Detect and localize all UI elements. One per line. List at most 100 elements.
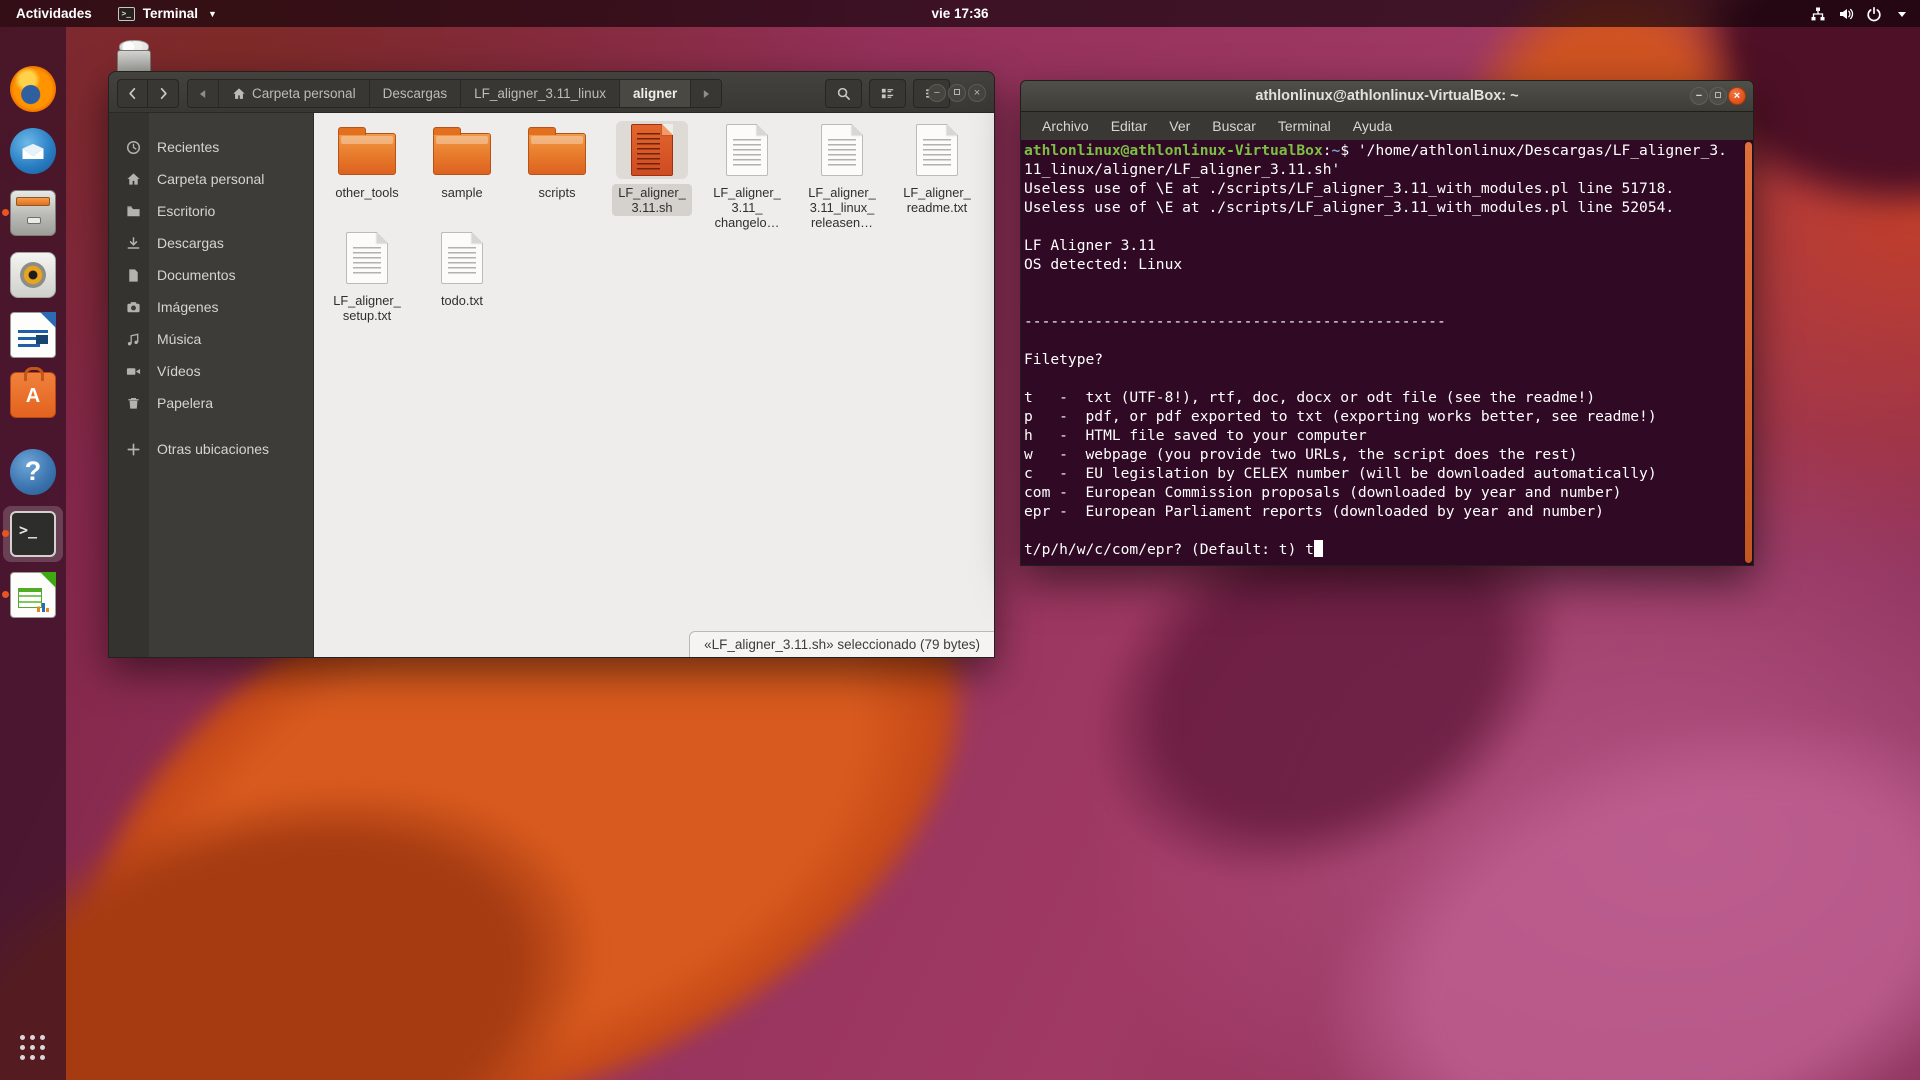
breadcrumb-carpeta-personal[interactable]: Carpeta personal (219, 80, 370, 107)
maximize-button[interactable] (1709, 87, 1727, 105)
files-sidebar: Recientes Carpeta personalEscritorio Desca… (109, 113, 314, 657)
dock-item-terminal[interactable]: >_ (10, 511, 56, 557)
search-button[interactable] (825, 79, 862, 108)
terminal-menu-ver[interactable]: Ver (1158, 118, 1201, 134)
terminal-text-segment: LF Aligner 3.11 (1024, 237, 1156, 254)
file-item-LF-aligner-3-11-sh[interactable]: LF_aligner_3.11.sh (607, 121, 697, 217)
path-scroll-right-button[interactable] (691, 80, 721, 107)
terminal-menu-editar[interactable]: Editar (1100, 118, 1159, 134)
terminal-menubar: ArchivoEditarVerBuscarTerminalAyuda (1020, 112, 1754, 140)
file-label-line: changelo… (713, 215, 781, 230)
file-item-scripts[interactable]: scripts (512, 121, 602, 202)
terminal-line: t - txt (UTF-8!), rtf, doc, docx or odt … (1024, 388, 1753, 407)
file-item-LF-aligner-3-11-linux-releasen-[interactable]: LF_aligner_3.11_linux_releasen… (797, 121, 887, 232)
breadcrumb-aligner[interactable]: aligner (620, 80, 691, 107)
sidebar-item-documentos[interactable]: Documentos (109, 259, 313, 291)
terminal-text-segment: athlonlinux@athlonlinux-VirtualBox (1024, 142, 1323, 159)
dock-item-thunderbird[interactable] (10, 128, 56, 174)
file-item-LF-aligner-3-11-changelo-[interactable]: LF_aligner_3.11_changelo… (702, 121, 792, 232)
terminal-text-segment: $ '/home/athlonlinux/Descargas/LF_aligne… (1340, 142, 1727, 159)
terminal-line (1024, 217, 1753, 236)
minimize-button[interactable]: − (1690, 87, 1708, 105)
file-label-line: todo.txt (441, 293, 483, 308)
terminal-line: LF Aligner 3.11 (1024, 236, 1753, 255)
view-toggle-button[interactable] (869, 79, 906, 108)
files-content-area[interactable]: «LF_aligner_3.11.sh» seleccionado (79 by… (314, 113, 994, 657)
terminal-line (1024, 369, 1753, 388)
maximize-button[interactable] (948, 84, 966, 102)
terminal-screen[interactable]: athlonlinux@athlonlinux-VirtualBox:~$ '/… (1020, 140, 1754, 566)
terminal-menu-ayuda[interactable]: Ayuda (1342, 118, 1403, 134)
dock-item-libreoffice-writer[interactable] (10, 312, 56, 358)
terminal-menu-buscar[interactable]: Buscar (1201, 118, 1267, 134)
text-file-icon (821, 124, 863, 176)
sidebar-item-label: Descargas (149, 235, 224, 251)
terminal-menu-terminal[interactable]: Terminal (1267, 118, 1342, 134)
close-button[interactable]: × (968, 84, 986, 102)
activities-button[interactable]: Actividades (16, 6, 92, 21)
file-item-sample[interactable]: sample (417, 121, 507, 202)
sidebar-item-v-deos[interactable]: Vídeos (109, 355, 313, 387)
dock-item-help[interactable]: ? (10, 449, 56, 495)
plus-icon (109, 442, 149, 457)
terminal-text-segment: OS detected: Linux (1024, 256, 1182, 273)
terminal-text-segment: Filetype? (1024, 351, 1103, 368)
terminal-menu-archivo[interactable]: Archivo (1031, 118, 1100, 134)
file-label: other_tools (329, 184, 404, 201)
path-scroll-left-button[interactable] (188, 80, 219, 107)
file-label-line: readme.txt (903, 200, 971, 215)
file-label: LF_aligner_3.11.sh (612, 184, 692, 216)
file-label-line: other_tools (335, 185, 398, 200)
file-item-todo-txt[interactable]: todo.txt (417, 229, 507, 310)
terminal-text-segment: t - txt (UTF-8!), rtf, doc, docx or odt … (1024, 389, 1595, 406)
terminal-cursor (1314, 540, 1323, 557)
sidebar-item-m-sica[interactable]: Música (109, 323, 313, 355)
sidebar-item-im-genes[interactable]: Imágenes (109, 291, 313, 323)
home-icon (232, 87, 246, 101)
dock-item-files[interactable] (10, 190, 56, 236)
close-button[interactable]: × (1728, 87, 1746, 105)
app-menu-button[interactable]: >_ Terminal ▼ (118, 6, 217, 21)
breadcrumb-descargas[interactable]: Descargas (370, 80, 462, 107)
breadcrumb-lf-aligner-3-11-linux[interactable]: LF_aligner_3.11_linux (461, 80, 620, 107)
path-bar: Carpeta personalDescargasLF_aligner_3.11… (187, 79, 722, 108)
dock-item-libreoffice-calc[interactable] (10, 572, 56, 618)
sidebar-item-carpeta-personal[interactable]: Carpeta personal (109, 163, 313, 195)
file-item-other-tools[interactable]: other_tools (322, 121, 412, 202)
terminal-text-segment: c - EU legislation by CELEX number (will… (1024, 465, 1657, 482)
clock[interactable]: vie 17:36 (0, 6, 1920, 21)
terminal-title: athlonlinux@athlonlinux-VirtualBox: ~ (1255, 88, 1518, 104)
sidebar-item-recientes[interactable]: Recientes (109, 131, 313, 163)
chevron-right-icon (156, 86, 171, 101)
scrollbar-handle[interactable] (1745, 142, 1752, 563)
file-item-LF-aligner-setup-txt[interactable]: LF_aligner_setup.txt (322, 229, 412, 325)
sidebar-item-descargas[interactable]: Descargas (109, 227, 313, 259)
terminal-text-segment: t/p/h/w/c/com/epr? (Default: t) t (1024, 541, 1314, 558)
chevron-down-icon (1894, 6, 1910, 22)
terminal-titlebar[interactable]: athlonlinux@athlonlinux-VirtualBox: ~ − … (1020, 80, 1754, 112)
chevron-left-icon (125, 86, 140, 101)
forward-button[interactable] (148, 79, 179, 108)
show-applications-button[interactable] (20, 1035, 46, 1061)
sidebar-item-label: Papelera (149, 395, 213, 411)
dock-item-ubuntu-software[interactable]: A (10, 372, 56, 418)
sidebar-item-label: Recientes (149, 139, 219, 155)
sidebar-item-label: Documentos (149, 267, 236, 283)
volume-icon (1838, 6, 1854, 22)
minimize-button[interactable]: − (928, 84, 946, 102)
file-label: LF_aligner_setup.txt (327, 292, 407, 324)
system-status-area[interactable] (1810, 0, 1910, 27)
back-button[interactable] (117, 79, 148, 108)
dock-item-rhythmbox[interactable] (10, 252, 56, 298)
sidebar-item-papelera[interactable]: Papelera (109, 387, 313, 419)
document-icon (109, 268, 149, 283)
sidebar-item-otras-ubicaciones[interactable]: Otras ubicaciones (109, 433, 313, 465)
video-icon (109, 364, 149, 379)
terminal-scrollbar[interactable] (1744, 140, 1753, 565)
sidebar-item-escritorio[interactable]: Escritorio (109, 195, 313, 227)
text-file-icon (916, 124, 958, 176)
dock-item-firefox[interactable] (10, 66, 56, 112)
file-item-LF-aligner-readme-txt[interactable]: LF_aligner_readme.txt (892, 121, 982, 217)
file-label-line: setup.txt (333, 308, 401, 323)
file-label-line: 3.11.sh (618, 200, 686, 215)
